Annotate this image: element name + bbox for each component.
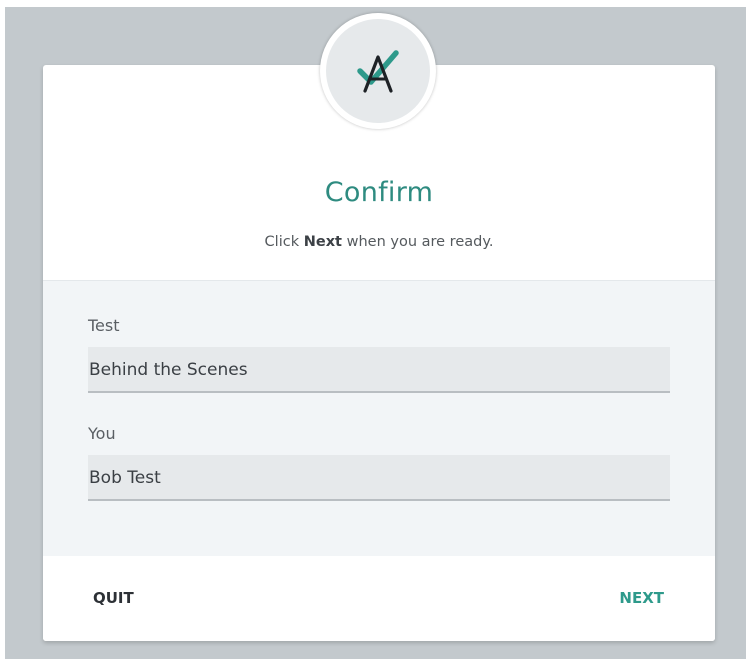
confirm-dialog: Confirm Click Next when you are ready. T…: [43, 65, 715, 641]
form-area: Test Behind the Scenes You Bob Test: [43, 280, 715, 556]
quit-button[interactable]: QUIT: [93, 556, 134, 641]
subtitle-prefix: Click: [264, 234, 304, 250]
logo-a-check-icon: [326, 19, 430, 123]
you-field[interactable]: Bob Test: [88, 455, 670, 501]
subtitle-suffix: when you are ready.: [341, 234, 494, 250]
subtitle-bold: Next: [303, 234, 342, 250]
test-field[interactable]: Behind the Scenes: [88, 347, 670, 393]
logo-badge: [320, 13, 436, 129]
dialog-subtitle: Click Next when you are ready.: [43, 234, 715, 250]
you-label: You: [88, 424, 116, 443]
test-label: Test: [88, 316, 120, 335]
next-button[interactable]: NEXT: [619, 556, 664, 641]
dialog-footer: QUIT NEXT: [43, 556, 715, 641]
dialog-title: Confirm: [324, 177, 434, 208]
